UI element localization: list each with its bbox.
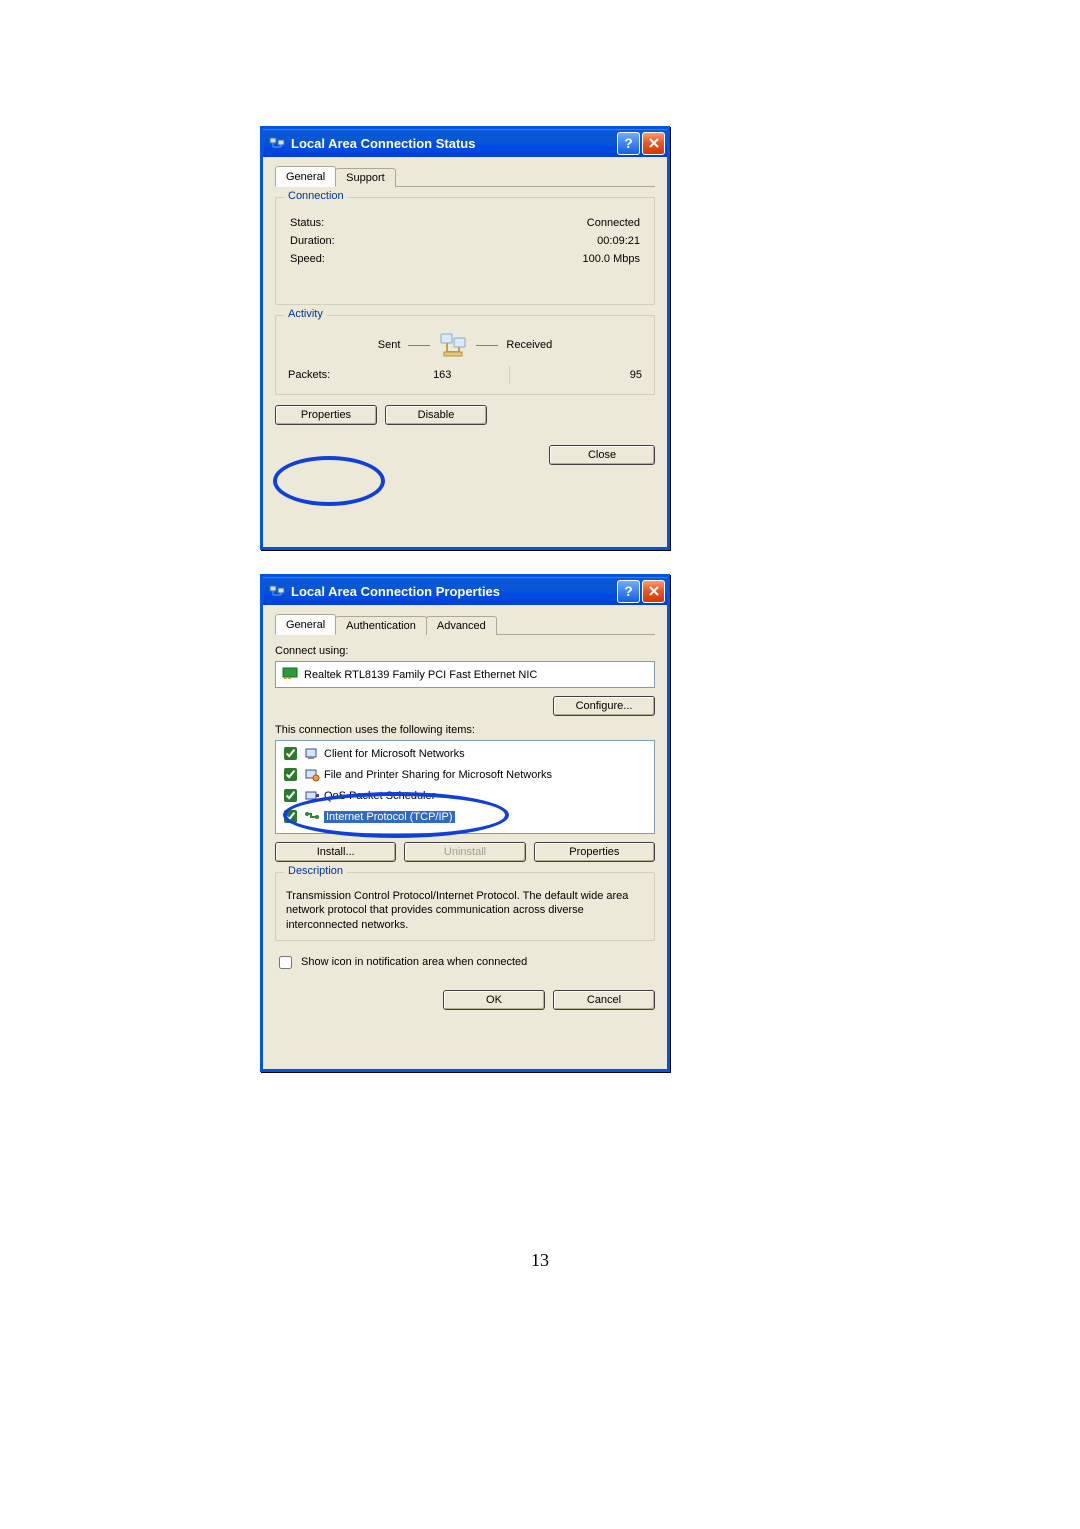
- item-checkbox[interactable]: [284, 747, 297, 760]
- network-status-icon: [269, 583, 285, 599]
- description-heading: Description: [284, 865, 347, 877]
- item-label: QoS Packet Scheduler: [324, 790, 435, 802]
- item-checkbox[interactable]: [284, 810, 297, 823]
- packets-label: Packets:: [288, 369, 376, 381]
- page-number: 13: [0, 1250, 1080, 1271]
- close-button[interactable]: Close: [549, 445, 655, 465]
- properties-button[interactable]: Properties: [275, 405, 377, 425]
- tab-advanced[interactable]: Advanced: [426, 616, 497, 635]
- connect-using-label: Connect using:: [275, 645, 655, 657]
- help-button[interactable]: ?: [617, 580, 640, 603]
- item-checkbox[interactable]: [284, 789, 297, 802]
- activity-icon: [438, 332, 468, 358]
- cancel-button[interactable]: Cancel: [553, 990, 655, 1010]
- items-listbox[interactable]: Client for Microsoft Networks File and P…: [275, 740, 655, 834]
- show-icon-checkbox[interactable]: [279, 956, 292, 969]
- items-label: This connection uses the following items…: [275, 724, 655, 736]
- network-status-icon: [269, 135, 285, 151]
- show-icon-row[interactable]: Show icon in notification area when conn…: [275, 953, 655, 972]
- client-icon: [304, 747, 320, 761]
- packets-received: 95: [510, 369, 643, 381]
- list-item[interactable]: File and Printer Sharing for Microsoft N…: [278, 764, 652, 785]
- adapter-field: Realtek RTL8139 Family PCI Fast Ethernet…: [275, 661, 655, 688]
- help-button[interactable]: ?: [617, 132, 640, 155]
- connection-heading: Connection: [284, 190, 348, 202]
- activity-heading: Activity: [284, 308, 327, 320]
- item-properties-button[interactable]: Properties: [534, 842, 655, 862]
- uninstall-button: Uninstall: [404, 842, 525, 862]
- speed-value: 100.0 Mbps: [583, 253, 640, 265]
- tab-general[interactable]: General: [275, 614, 336, 635]
- list-item[interactable]: Internet Protocol (TCP/IP): [278, 806, 652, 827]
- install-button[interactable]: Install...: [275, 842, 396, 862]
- activity-group: Activity Sent Received Packets: 163: [275, 315, 655, 395]
- status-value: Connected: [587, 217, 640, 229]
- qos-icon: [304, 789, 320, 803]
- sent-label: Sent: [378, 339, 401, 351]
- description-group: Description Transmission Control Protoco…: [275, 872, 655, 941]
- description-text: Transmission Control Protocol/Internet P…: [286, 887, 644, 932]
- status-title: Local Area Connection Status: [291, 136, 615, 151]
- packets-sent: 163: [376, 369, 509, 381]
- protocol-icon: [304, 810, 320, 824]
- status-label: Status:: [290, 217, 324, 229]
- item-checkbox[interactable]: [284, 768, 297, 781]
- item-label: Internet Protocol (TCP/IP): [324, 811, 455, 823]
- status-titlebar[interactable]: Local Area Connection Status ?: [263, 129, 667, 157]
- item-label: File and Printer Sharing for Microsoft N…: [324, 769, 552, 781]
- props-body: General Authentication Advanced Connect …: [263, 605, 667, 1020]
- duration-label: Duration:: [290, 235, 335, 247]
- show-icon-label: Show icon in notification area when conn…: [301, 956, 527, 968]
- status-action-row: Properties Disable: [275, 405, 655, 425]
- tab-support[interactable]: Support: [335, 168, 396, 187]
- nic-card-icon: [282, 666, 298, 683]
- adapter-name: Realtek RTL8139 Family PCI Fast Ethernet…: [304, 669, 537, 681]
- speed-label: Speed:: [290, 253, 325, 265]
- props-title: Local Area Connection Properties: [291, 584, 615, 599]
- props-titlebar[interactable]: Local Area Connection Properties ?: [263, 577, 667, 605]
- status-dialog: Local Area Connection Status ? General S…: [260, 126, 670, 550]
- list-item[interactable]: Client for Microsoft Networks: [278, 743, 652, 764]
- disable-button[interactable]: Disable: [385, 405, 487, 425]
- tab-general[interactable]: General: [275, 166, 336, 187]
- configure-button[interactable]: Configure...: [553, 696, 655, 716]
- share-icon: [304, 768, 320, 782]
- item-label: Client for Microsoft Networks: [324, 748, 465, 760]
- props-tabs: General Authentication Advanced: [275, 613, 655, 635]
- close-window-button[interactable]: [642, 580, 665, 603]
- status-body: General Support Connection Status: Conne…: [263, 157, 667, 475]
- duration-value: 00:09:21: [597, 235, 640, 247]
- properties-dialog: Local Area Connection Properties ? Gener…: [260, 574, 670, 1072]
- connection-group: Connection Status: Connected Duration: 0…: [275, 197, 655, 305]
- status-tabs: General Support: [275, 165, 655, 187]
- close-window-button[interactable]: [642, 132, 665, 155]
- tab-authentication[interactable]: Authentication: [335, 616, 427, 635]
- received-label: Received: [506, 339, 552, 351]
- ok-button[interactable]: OK: [443, 990, 545, 1010]
- list-item[interactable]: QoS Packet Scheduler: [278, 785, 652, 806]
